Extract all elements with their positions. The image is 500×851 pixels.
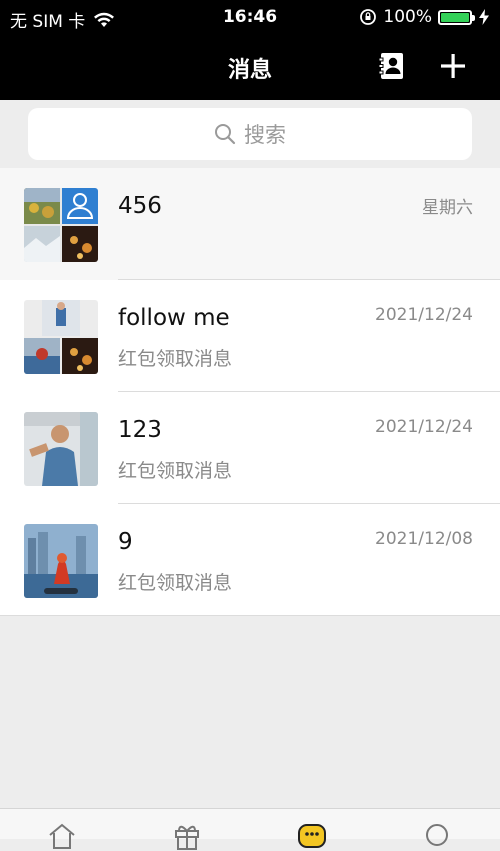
conversation-row-456[interactable]: 456 星期六 — [0, 168, 500, 280]
battery-percent: 100% — [383, 7, 432, 27]
battery-icon — [438, 9, 475, 25]
add-button[interactable] — [437, 50, 469, 82]
status-right: 100% — [359, 7, 490, 27]
group-avatar — [24, 188, 98, 262]
contacts-button[interactable] — [378, 52, 406, 80]
discover-search-icon[interactable] — [423, 821, 453, 851]
conversation-row-9[interactable]: 9 红包领取消息 2021/12/08 — [0, 504, 500, 616]
chat-icon[interactable] — [297, 821, 327, 851]
row-divider — [0, 615, 500, 616]
home-icon[interactable] — [47, 821, 77, 851]
conversation-time: 2021/12/08 — [375, 529, 473, 549]
nav-bar: 消息 — [0, 34, 500, 100]
search-area: 搜索 — [0, 100, 500, 168]
conversation-name: 9 — [118, 529, 133, 555]
group-avatar — [24, 300, 98, 374]
conversation-preview: 红包领取消息 — [118, 572, 233, 594]
search-input[interactable]: 搜索 — [28, 108, 472, 160]
conversation-preview: 红包领取消息 — [118, 460, 233, 482]
search-placeholder: 搜索 — [244, 123, 286, 147]
user-avatar — [24, 412, 98, 486]
tab-bar — [0, 808, 500, 850]
search-icon — [215, 124, 236, 145]
conversation-row-123[interactable]: 123 红包领取消息 2021/12/24 — [0, 392, 500, 504]
status-bar: 无 SIM 卡 16:46 100% — [0, 0, 500, 34]
conversation-time: 星期六 — [422, 198, 473, 218]
conversation-time: 2021/12/24 — [375, 417, 473, 437]
gift-icon[interactable] — [172, 821, 202, 851]
charging-icon — [479, 9, 489, 25]
conversation-time: 2021/12/24 — [375, 305, 473, 325]
conversation-preview: 红包领取消息 — [118, 348, 233, 370]
conversation-name: follow me — [118, 305, 230, 331]
conversation-list: 456 星期六 follow me 红包领取消息 2021/12/24 123 … — [0, 168, 500, 616]
conversation-name: 123 — [118, 417, 162, 443]
page-title: 消息 — [227, 58, 272, 83]
conversation-name: 456 — [118, 193, 162, 219]
orientation-lock-icon — [360, 9, 377, 25]
conversation-row-follow-me[interactable]: follow me 红包领取消息 2021/12/24 — [0, 280, 500, 392]
user-avatar — [24, 524, 98, 598]
